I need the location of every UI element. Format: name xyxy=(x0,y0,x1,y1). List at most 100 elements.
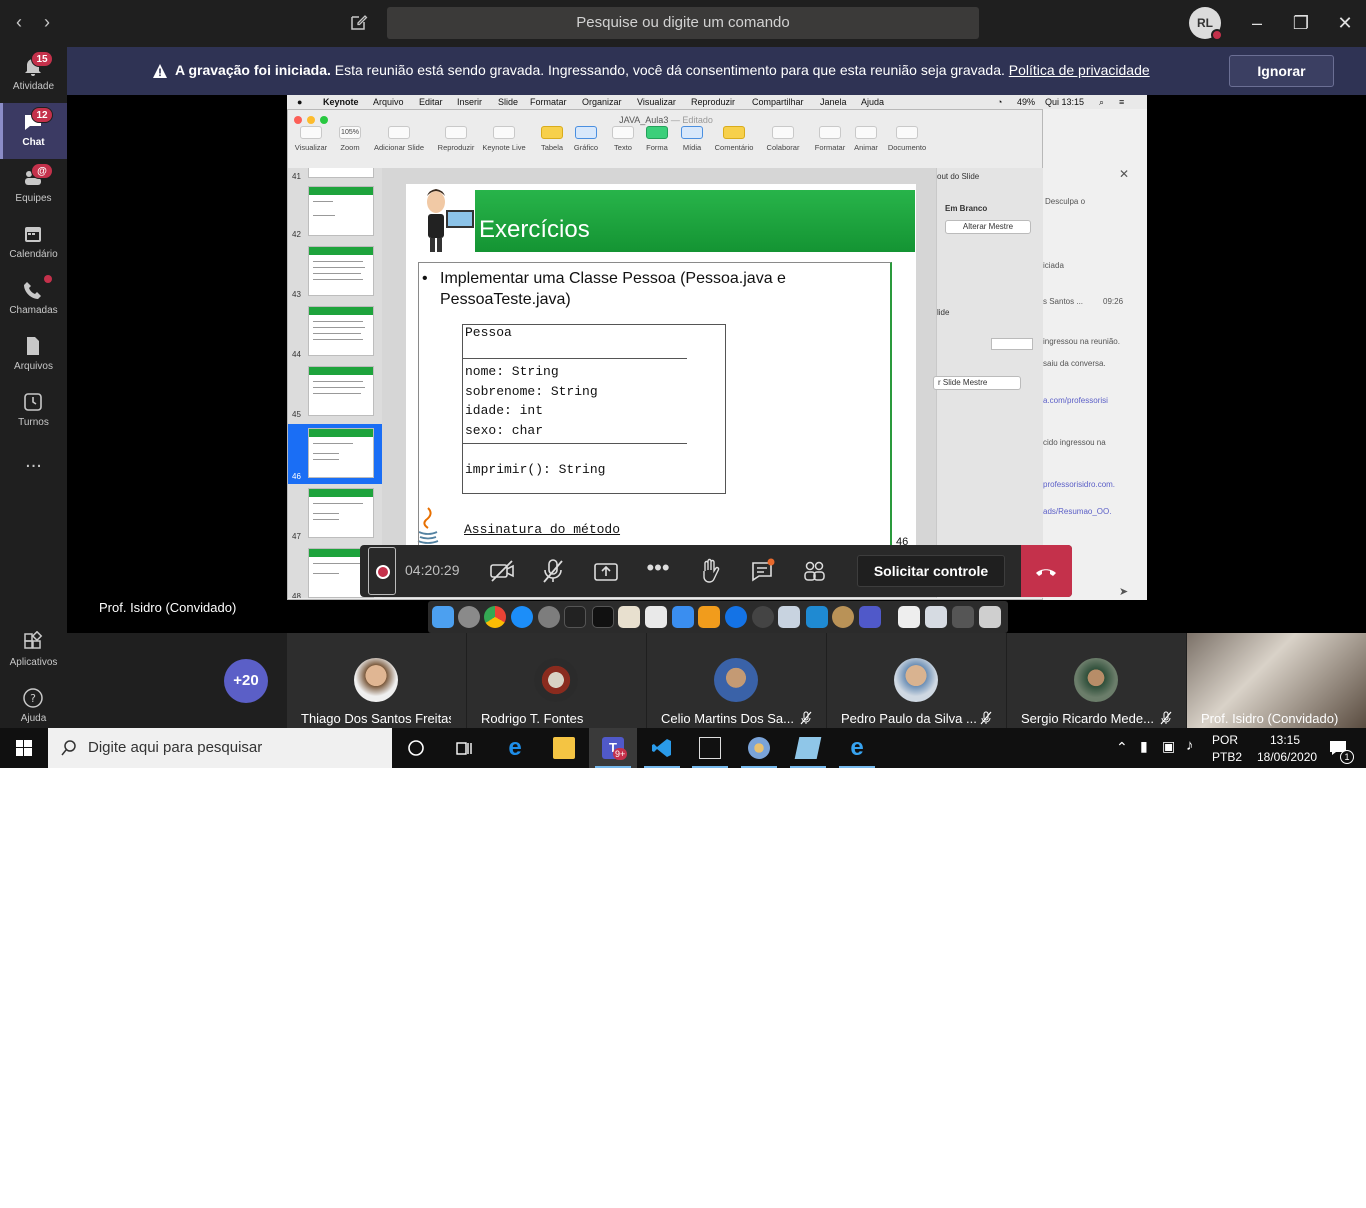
volume-icon[interactable]: ♪ xyxy=(1186,737,1194,754)
app-rail: 15 Atividade 12 Chat @ Equipes Calendári… xyxy=(0,47,67,728)
taskbar-time[interactable]: 13:15 xyxy=(1270,733,1300,747)
comment-icon xyxy=(723,126,745,139)
close-icon[interactable]: ✕ xyxy=(1332,10,1358,36)
forward-icon[interactable]: › xyxy=(37,12,57,32)
more-options-icon[interactable]: ••• xyxy=(644,557,672,585)
system-tray: ⌃ ▮ ▣ ♪ POR PTB2 13:15 18/06/2020 1 xyxy=(1106,728,1366,768)
call-controls: 04:20:29 ••• Solicitar controle xyxy=(360,545,1072,597)
participants-icon[interactable] xyxy=(800,557,828,585)
presenter-cartoon-icon xyxy=(427,189,474,252)
screenshot-icon xyxy=(925,606,947,628)
slide-thumb xyxy=(308,488,374,538)
mac-dock xyxy=(428,601,1008,633)
share-screen-icon[interactable] xyxy=(592,557,620,585)
taskbar-explorer[interactable] xyxy=(540,728,588,768)
tray-mic-icon[interactable]: ▮ xyxy=(1140,738,1148,755)
mic-off-icon[interactable] xyxy=(539,557,567,585)
numbers-icon xyxy=(645,606,667,628)
mac-clock: Qui 13:15 xyxy=(1045,97,1085,107)
participant-tile[interactable]: Rodrigo T. Fontes xyxy=(467,633,646,728)
keynote-window: JAVA_Aula3 — Editado Visualizar 105% Zoom… xyxy=(287,109,1044,600)
minimize-icon[interactable]: – xyxy=(1244,10,1270,36)
recording-banner: A gravação foi iniciada. Esta reunião es… xyxy=(67,47,1366,95)
chat-line: iciada xyxy=(1043,261,1064,270)
rail-item-activity[interactable]: 15 Atividade xyxy=(0,47,67,103)
keyboard-layout[interactable]: PTB2 xyxy=(1212,750,1242,764)
rail-item-calls[interactable]: Chamadas xyxy=(0,271,67,327)
menu-visualizar: Visualizar xyxy=(637,97,676,107)
rail-item-help[interactable]: ? Ajuda xyxy=(0,679,67,728)
tool-label: Texto xyxy=(614,143,632,152)
tool-label: Animar xyxy=(854,143,878,152)
tool-format: Formatar xyxy=(812,126,848,156)
internet-explorer-icon: e xyxy=(850,734,864,761)
chat-link: ads/Resumao_OO. xyxy=(1043,507,1112,516)
meeting-chat-icon[interactable] xyxy=(749,557,777,585)
rail-item-calendar[interactable]: Calendário xyxy=(0,215,67,271)
tool-view: Visualizar xyxy=(293,126,329,156)
warning-icon xyxy=(153,64,167,78)
taskbar-teams[interactable]: T 9+ xyxy=(589,728,637,768)
taskbar-date[interactable]: 18/06/2020 xyxy=(1257,750,1317,764)
tool-label: Reproduzir xyxy=(437,143,475,152)
cortana-button[interactable] xyxy=(392,728,440,768)
tool-label: Zoom xyxy=(340,143,360,152)
text-selection-box xyxy=(418,262,892,582)
rail-item-chat[interactable]: 12 Chat xyxy=(0,103,67,159)
participant-tile[interactable]: Celio Martins Dos Sa... xyxy=(647,633,826,728)
rail-item-shifts[interactable]: Turnos xyxy=(0,383,67,439)
tool-collaborate: Colaborar xyxy=(764,126,802,156)
zoom-value: 105% xyxy=(339,126,361,139)
request-control-button[interactable]: Solicitar controle xyxy=(857,555,1005,587)
more-apps-button[interactable]: ... xyxy=(0,447,67,487)
taskbar-vscode[interactable] xyxy=(638,728,686,768)
change-master-button: Alterar Mestre xyxy=(945,220,1031,234)
input-language[interactable]: POR xyxy=(1212,733,1238,747)
participant-tile[interactable]: Pedro Paulo da Silva ... xyxy=(827,633,1006,728)
ignore-button[interactable]: Ignorar xyxy=(1229,55,1334,87)
user-avatar[interactable]: RL xyxy=(1189,7,1223,41)
network-icon[interactable]: ▣ xyxy=(1162,738,1175,755)
text-icon xyxy=(612,126,634,139)
rail-item-files[interactable]: Arquivos xyxy=(0,327,67,383)
menu-formatar: Formatar xyxy=(530,97,567,107)
tool-label: Documento xyxy=(887,143,927,152)
tool-play: Reproduzir xyxy=(436,126,476,156)
taskbar-edge[interactable]: e xyxy=(491,728,539,768)
tool-label: Comentário xyxy=(714,143,754,152)
muted-mic-icon xyxy=(800,711,812,725)
paint-taskbar-icon xyxy=(748,737,770,759)
wifi-icon: ◔ xyxy=(997,97,1003,107)
compose-icon[interactable] xyxy=(349,12,369,32)
tool-label: Colaborar xyxy=(766,143,800,152)
rail-label: Chat xyxy=(22,137,45,148)
raise-hand-icon[interactable] xyxy=(696,557,724,585)
more-participants-button[interactable]: +20 xyxy=(224,659,268,703)
apps-icon xyxy=(24,631,43,649)
command-search-input[interactable]: Pesquise ou digite um comando xyxy=(387,7,979,39)
windows-start-icon[interactable] xyxy=(0,728,48,768)
slide-number: 47 xyxy=(292,532,301,541)
document-state: — Editado xyxy=(670,115,713,125)
rail-item-apps[interactable]: Aplicativos xyxy=(0,623,67,679)
tool-media: Mídia xyxy=(677,126,707,156)
camera-off-icon[interactable] xyxy=(488,557,516,585)
privacy-policy-link[interactable]: Política de privacidade xyxy=(1009,62,1150,78)
taskbar-notes[interactable] xyxy=(784,728,832,768)
task-view-button[interactable] xyxy=(440,728,488,768)
tray-expand-icon[interactable]: ⌃ xyxy=(1116,739,1128,756)
back-icon[interactable]: ‹ xyxy=(9,12,29,32)
taskbar-terminal[interactable] xyxy=(686,728,734,768)
participant-tile[interactable]: Sergio Ricardo Mede... xyxy=(1007,633,1186,728)
taskbar-paint[interactable] xyxy=(735,728,783,768)
hang-up-button[interactable] xyxy=(1021,545,1072,597)
tool-document: Documento xyxy=(886,126,928,156)
participant-tile[interactable]: Thiago Dos Santos Freitas xyxy=(287,633,466,728)
document-icon xyxy=(898,606,920,628)
banner-title: A gravação foi iniciada. xyxy=(175,62,331,78)
taskbar-search-input[interactable]: Digite aqui para pesquisar xyxy=(48,728,392,768)
restore-icon[interactable]: ❐ xyxy=(1288,10,1314,36)
rail-item-teams[interactable]: @ Equipes xyxy=(0,159,67,215)
terminal-icon xyxy=(564,606,586,628)
taskbar-ie[interactable]: e xyxy=(833,728,881,768)
